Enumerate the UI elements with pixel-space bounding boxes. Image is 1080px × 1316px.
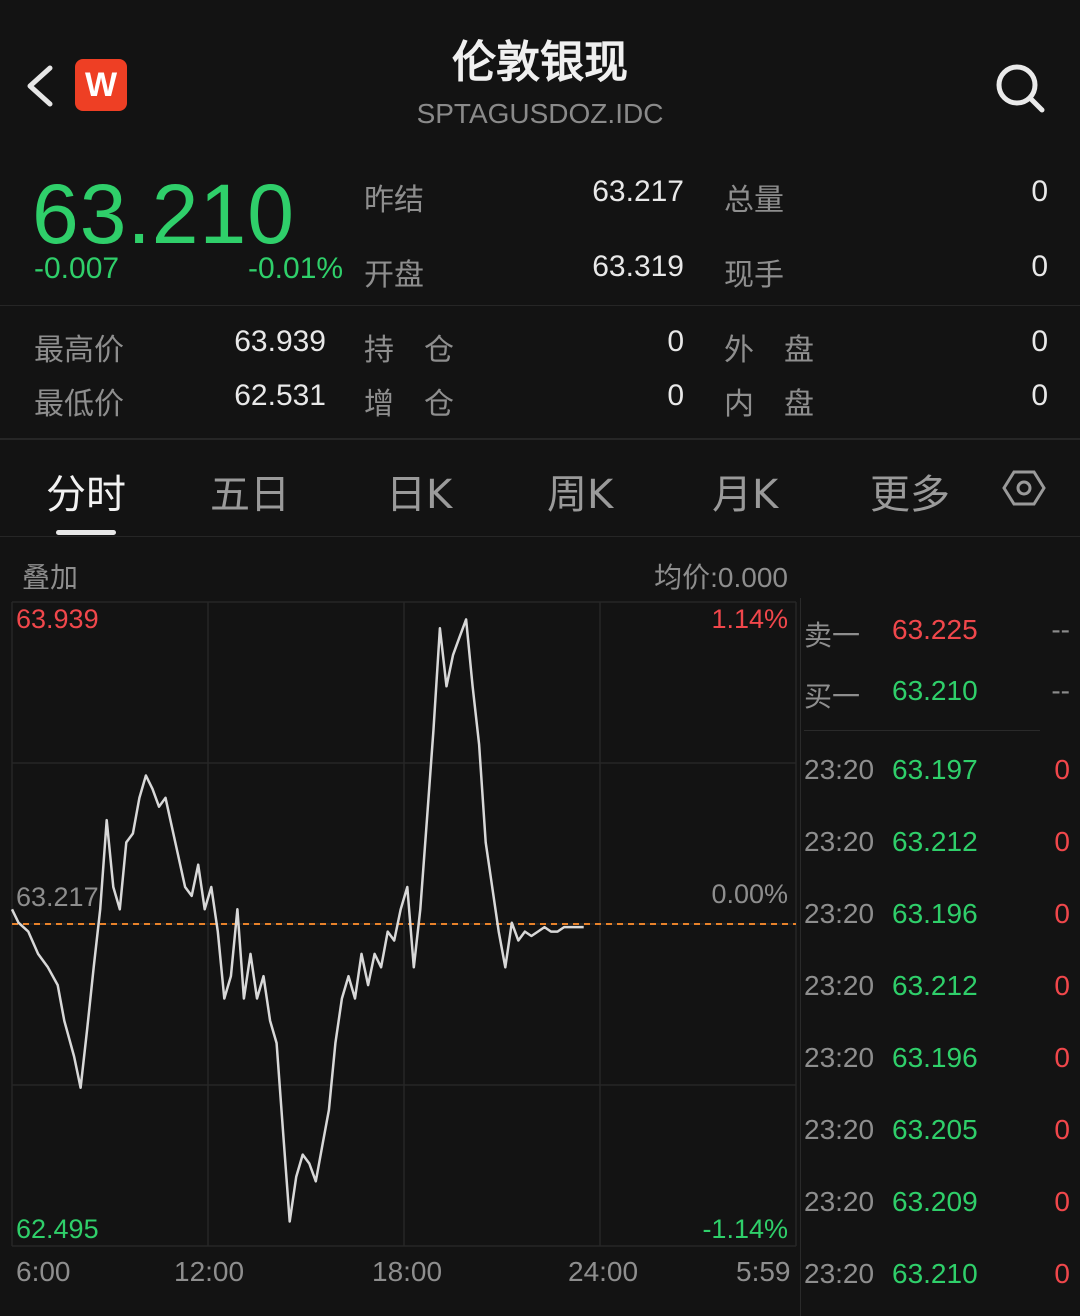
divider [0, 305, 1080, 306]
x-tick-label: 24:00 [568, 1256, 639, 1287]
tick-row: 23:20 63.205 0 [804, 1114, 1076, 1154]
x-tick-label: 18:00 [372, 1256, 443, 1287]
intraday-chart[interactable] [0, 598, 800, 1250]
tick-row: 23:20 63.196 0 [804, 898, 1076, 938]
buy1-price: 63.210 [892, 675, 978, 706]
open-value: 63.319 [592, 250, 684, 283]
tick-volume: 0 [1054, 754, 1070, 785]
price-change-pct: -0.01% [248, 252, 344, 285]
current-hand-label: 现手 [724, 258, 784, 293]
tab-daily-k[interactable]: 日K [386, 462, 452, 520]
tick-time: 23:20 [804, 1186, 875, 1217]
tick-price: 63.209 [892, 1186, 978, 1217]
last-price: 63.210 [32, 167, 295, 261]
tick-volume: 0 [1054, 1186, 1070, 1217]
increase-value: 0 [667, 379, 684, 412]
buy1-volume: -- [1051, 675, 1070, 706]
current-hand-value: 0 [1031, 250, 1048, 283]
price-change: -0.007 [34, 252, 120, 285]
tick-volume: 0 [1054, 1258, 1070, 1289]
low-label: 最低价 [34, 387, 124, 422]
tick-price: 63.212 [892, 826, 978, 857]
x-tick-label: 6:00 [16, 1256, 71, 1287]
y-label-bottom-right: -1.14% [702, 1214, 788, 1244]
y-label-bottom-left: 62.495 [16, 1214, 99, 1244]
inner-label: 内 盘 [724, 387, 814, 422]
tick-price: 63.197 [892, 754, 978, 785]
high-label: 最高价 [34, 333, 124, 368]
tick-volume: 0 [1054, 1042, 1070, 1073]
tick-time: 23:20 [804, 1042, 875, 1073]
tick-volume: 0 [1054, 1114, 1070, 1145]
tick-row: 23:20 63.212 0 [804, 826, 1076, 866]
x-tick-label: 12:00 [174, 1256, 245, 1287]
tick-time: 23:20 [804, 754, 875, 785]
buy1-row: 买一 63.210 -- [804, 675, 1076, 715]
tick-volume: 0 [1054, 826, 1070, 857]
prev-settle-label: 昨结 [364, 183, 424, 218]
y-label-top-left: 63.939 [16, 604, 99, 634]
divider [800, 598, 801, 1316]
inner-value: 0 [1031, 379, 1048, 412]
tick-volume: 0 [1054, 970, 1070, 1001]
tick-time: 23:20 [804, 898, 875, 929]
divider [0, 438, 1080, 440]
tab-monthly-k[interactable]: 月K [712, 462, 778, 520]
symbol-code: SPTAGUSDOZ.IDC [416, 98, 664, 129]
divider [804, 730, 1040, 731]
tick-price: 63.210 [892, 1258, 978, 1289]
settings-hex-icon [1002, 470, 1046, 506]
sell1-volume: -- [1051, 614, 1070, 645]
tick-row: 23:20 63.196 0 [804, 1042, 1076, 1082]
tick-time: 23:20 [804, 1114, 875, 1145]
tick-row: 23:20 63.197 0 [804, 754, 1076, 794]
page-title: 伦敦银现 [452, 37, 628, 88]
tick-time: 23:20 [804, 970, 875, 1001]
tick-row: 23:20 63.209 0 [804, 1186, 1076, 1226]
active-tab-indicator [56, 530, 116, 535]
holding-label: 持 仓 [364, 333, 454, 368]
outer-label: 外 盘 [724, 333, 814, 368]
search-icon [996, 64, 1045, 113]
overlay-button[interactable]: 叠加 [22, 556, 78, 596]
tab-weekly-k[interactable]: 周K [547, 462, 613, 520]
x-tick-label: 5:59 [736, 1256, 791, 1287]
tick-price: 63.205 [892, 1114, 978, 1145]
sell1-price: 63.225 [892, 614, 978, 645]
y-label-mid-right: 0.00% [711, 879, 788, 909]
tick-volume: 0 [1054, 898, 1070, 929]
tab-five-day[interactable]: 五日 [210, 462, 290, 520]
tick-row: 23:20 63.210 0 [804, 1258, 1076, 1298]
tab-more[interactable]: 更多 [870, 462, 950, 520]
tick-row: 23:20 63.212 0 [804, 970, 1076, 1010]
tick-time: 23:20 [804, 826, 875, 857]
tick-price: 63.196 [892, 898, 978, 929]
outer-value: 0 [1031, 325, 1048, 358]
divider [0, 536, 1080, 537]
chart-settings-button[interactable] [1002, 466, 1046, 510]
y-label-top-right: 1.14% [711, 604, 788, 634]
low-value: 62.531 [234, 379, 326, 412]
tick-price: 63.196 [892, 1042, 978, 1073]
sell1-label: 卖一 [804, 620, 861, 651]
total-volume-label: 总量 [724, 183, 784, 218]
tick-time: 23:20 [804, 1258, 875, 1289]
total-volume-value: 0 [1031, 175, 1048, 208]
sell1-row: 卖一 63.225 -- [804, 614, 1076, 654]
tab-intraday[interactable]: 分时 [46, 462, 126, 520]
search-button[interactable] [992, 60, 1048, 116]
price-line [10, 618, 584, 1223]
open-label: 开盘 [364, 258, 424, 293]
high-value: 63.939 [234, 325, 326, 358]
y-label-mid-left: 63.217 [16, 882, 99, 912]
tick-price: 63.212 [892, 970, 978, 1001]
increase-label: 增 仓 [364, 387, 454, 422]
holding-value: 0 [667, 325, 684, 358]
avg-price: 均价:0.000 [654, 562, 788, 593]
prev-settle-value: 63.217 [592, 175, 684, 208]
buy1-label: 买一 [804, 681, 861, 712]
